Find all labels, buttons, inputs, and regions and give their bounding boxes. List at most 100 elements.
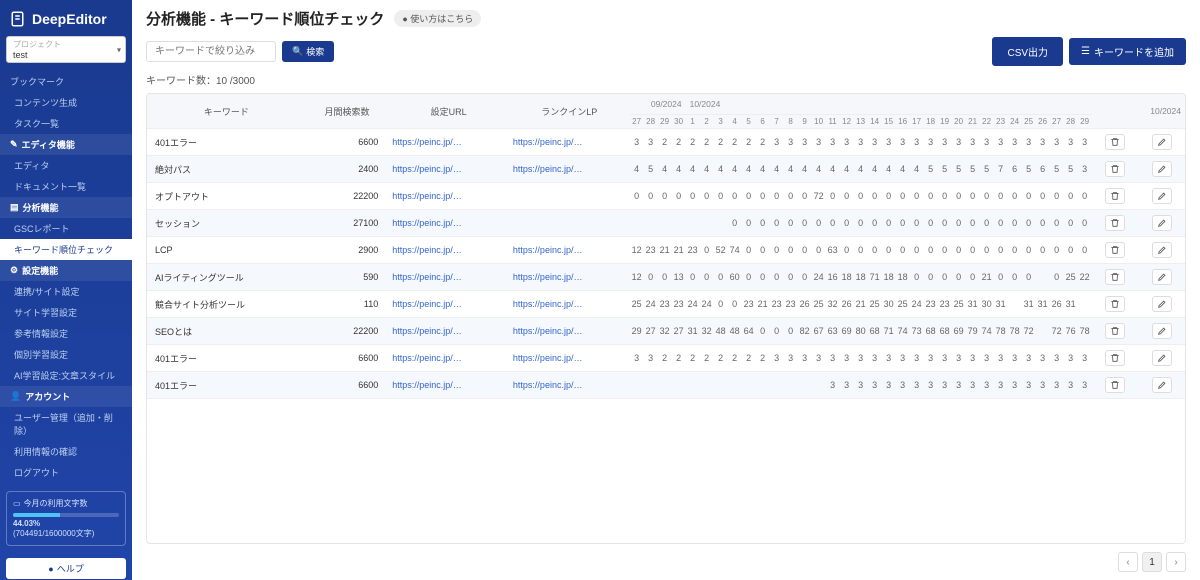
cell-rank: 4 <box>672 156 686 183</box>
cell-ranklp[interactable]: https://peinc.jp/… <box>509 237 630 264</box>
day-head-13: 10 <box>812 115 826 129</box>
table-row: 競合サイト分析ツール110https://peinc.jp/…https://p… <box>147 291 1185 318</box>
help-button[interactable]: ● ヘルプ <box>6 558 126 579</box>
cell-url[interactable]: https://peinc.jp/… <box>388 156 509 183</box>
nav-item-1[interactable]: コンテンツ生成 <box>0 92 132 113</box>
delete-icon[interactable] <box>1105 296 1125 312</box>
help-icon: ● <box>48 564 53 574</box>
cell-ranklp[interactable]: https://peinc.jp/… <box>509 345 630 372</box>
cell-rank: 32 <box>700 318 714 345</box>
delete-icon[interactable] <box>1105 215 1125 231</box>
nav-item-6[interactable]: ▤分析機能 <box>0 197 132 218</box>
nav-item-8[interactable]: キーワード順位チェック <box>0 239 132 260</box>
cell-ranklp[interactable]: https://peinc.jp/… <box>509 318 630 345</box>
add-keyword-button[interactable]: ☰ キーワードを追加 <box>1069 38 1186 65</box>
edit-icon[interactable] <box>1152 161 1172 177</box>
cell-url[interactable]: https://peinc.jp/… <box>388 183 509 210</box>
cell-url[interactable]: https://peinc.jp/… <box>388 237 509 264</box>
cell-rank: 68 <box>924 318 938 345</box>
nav-item-4[interactable]: エディタ <box>0 155 132 176</box>
nav-item-0[interactable]: ブックマーク <box>0 71 132 92</box>
delete-icon[interactable] <box>1105 161 1125 177</box>
edit-icon[interactable] <box>1152 323 1172 339</box>
cell-rank: 72 <box>1050 318 1064 345</box>
cell-ranklp[interactable] <box>509 210 630 237</box>
nav-item-3[interactable]: ✎エディタ機能 <box>0 134 132 155</box>
cell-ranklp[interactable]: https://peinc.jp/… <box>509 156 630 183</box>
delete-icon[interactable] <box>1105 377 1125 393</box>
cell-url[interactable]: https://peinc.jp/… <box>388 129 509 156</box>
cell-url[interactable]: https://peinc.jp/… <box>388 210 509 237</box>
cell-rank <box>1078 291 1092 318</box>
edit-icon[interactable] <box>1152 188 1172 204</box>
cell-rank: 0 <box>770 318 784 345</box>
delete-icon[interactable] <box>1105 134 1125 150</box>
cell-rank: 18 <box>854 264 868 291</box>
cell-url[interactable]: https://peinc.jp/… <box>388 345 509 372</box>
pager-prev[interactable]: ‹ <box>1118 552 1138 572</box>
cell-ranklp[interactable]: https://peinc.jp/… <box>509 372 630 399</box>
csv-export-button[interactable]: CSV出力 <box>992 37 1063 66</box>
nav-item-17[interactable]: 利用情報の確認 <box>0 441 132 462</box>
cell-rank: 4 <box>770 156 784 183</box>
cell-url[interactable]: https://peinc.jp/… <box>388 291 509 318</box>
delete-icon[interactable] <box>1105 242 1125 258</box>
delete-icon[interactable] <box>1105 188 1125 204</box>
nav-item-9[interactable]: ⚙設定機能 <box>0 260 132 281</box>
cell-rank: 0 <box>980 237 994 264</box>
cell-rank: 0 <box>896 183 910 210</box>
nav-item-10[interactable]: 連携/サイト設定 <box>0 281 132 302</box>
howto-badge[interactable]: ● 使い方はこちら <box>394 10 481 27</box>
nav-item-7[interactable]: GSCレポート <box>0 218 132 239</box>
cell-url[interactable]: https://peinc.jp/… <box>388 264 509 291</box>
edit-icon[interactable] <box>1152 269 1172 285</box>
delete-icon[interactable] <box>1105 350 1125 366</box>
nav-item-5[interactable]: ドキュメント一覧 <box>0 176 132 197</box>
cell-rank: 0 <box>742 237 756 264</box>
nav-item-13[interactable]: 個別学習設定 <box>0 344 132 365</box>
cell-rank: 0 <box>966 210 980 237</box>
nav-item-15[interactable]: 👤アカウント <box>0 386 132 407</box>
nav-item-18[interactable]: ログアウト <box>0 462 132 483</box>
cell-ranklp[interactable] <box>509 183 630 210</box>
cell-rank: 0 <box>630 183 644 210</box>
cell-url[interactable]: https://peinc.jp/… <box>388 372 509 399</box>
cell-rank: 0 <box>826 183 840 210</box>
cell-rank: 23 <box>686 237 700 264</box>
cell-url[interactable]: https://peinc.jp/… <box>388 318 509 345</box>
edit-icon[interactable] <box>1152 296 1172 312</box>
cell-rank: 3 <box>1036 372 1050 399</box>
cell-rank: 2 <box>700 129 714 156</box>
cell-rank: 0 <box>1050 237 1064 264</box>
day-head-0: 27 <box>630 115 644 129</box>
cell-rank: 0 <box>714 291 728 318</box>
cell-ranklp[interactable]: https://peinc.jp/… <box>509 264 630 291</box>
edit-icon[interactable] <box>1152 215 1172 231</box>
cell-rank: 3 <box>1008 372 1022 399</box>
cell-rank: 72 <box>1022 318 1036 345</box>
search-input[interactable] <box>146 41 276 62</box>
cell-rank: 2 <box>658 345 672 372</box>
edit-icon[interactable] <box>1152 242 1172 258</box>
cell-actions <box>1092 237 1139 264</box>
cell-rank: 3 <box>938 372 952 399</box>
cell-ranklp[interactable]: https://peinc.jp/… <box>509 291 630 318</box>
search-button[interactable]: 🔍 検索 <box>282 41 334 62</box>
nav-item-16[interactable]: ユーザー管理（追加・削除） <box>0 407 132 441</box>
project-select[interactable]: プロジェクト test ▾ <box>6 36 126 63</box>
nav-item-14[interactable]: AI学習設定:文章スタイル <box>0 365 132 386</box>
edit-icon[interactable] <box>1152 134 1172 150</box>
edit-icon[interactable] <box>1152 350 1172 366</box>
edit-icon: ✎ <box>10 139 18 150</box>
nav-item-2[interactable]: タスク一覧 <box>0 113 132 134</box>
pager-next[interactable]: › <box>1166 552 1186 572</box>
cell-ranklp[interactable]: https://peinc.jp/… <box>509 129 630 156</box>
delete-icon[interactable] <box>1105 323 1125 339</box>
pager-page[interactable]: 1 <box>1142 552 1162 572</box>
nav-item-11[interactable]: サイト学習設定 <box>0 302 132 323</box>
delete-icon[interactable] <box>1105 269 1125 285</box>
cell-rank: 23 <box>770 291 784 318</box>
edit-icon[interactable] <box>1152 377 1172 393</box>
nav-item-12[interactable]: 参考情報設定 <box>0 323 132 344</box>
cell-rank: 0 <box>910 183 924 210</box>
